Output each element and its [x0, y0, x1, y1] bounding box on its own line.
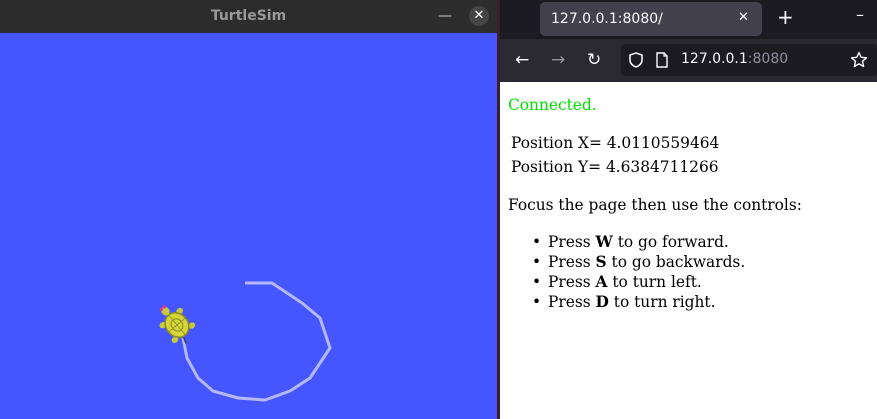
list-item: Press D to turn right. [532, 292, 745, 312]
new-tab-icon[interactable]: + [777, 5, 794, 29]
url-port: :8080 [747, 51, 789, 67]
page-icon [656, 52, 668, 68]
shield-icon[interactable] [628, 52, 644, 68]
control-prefix: Press [548, 233, 596, 251]
tab-active[interactable]: 127.0.0.1:8080/ ✕ [540, 2, 762, 36]
close-icon[interactable]: ✕ [469, 6, 489, 26]
control-prefix: Press [548, 273, 596, 291]
position-x-readout: Position X= 4.0110559464 [511, 134, 720, 152]
url-text[interactable]: 127.0.0.1:8080 [681, 51, 788, 67]
control-key: A [595, 273, 608, 291]
control-description: to turn left. [607, 273, 702, 291]
controls-list: Press W to go forward. Press S to go bac… [532, 232, 746, 312]
connection-status: Connected. [508, 96, 597, 114]
page-content: Connected. Position X= 4.0110559464 Posi… [500, 82, 877, 419]
url-bar[interactable]: 127.0.0.1:8080 [621, 44, 877, 76]
turtlesim-window: TurtleSim — ✕ [0, 0, 497, 419]
control-description: to go forward. [612, 233, 729, 251]
control-key: D [595, 293, 609, 311]
instructions-text: Focus the page then use the controls: [508, 196, 802, 214]
reload-icon[interactable]: ↻ [587, 51, 601, 69]
tab-strip: 127.0.0.1:8080/ ✕ + – [500, 0, 877, 39]
tab-close-icon[interactable]: ✕ [738, 10, 749, 25]
control-description: to go backwards. [606, 253, 746, 271]
list-item: Press S to go backwards. [532, 252, 746, 272]
forward-arrow-icon[interactable]: → [551, 51, 565, 69]
control-key: S [595, 253, 607, 271]
url-host: 127.0.0.1 [681, 51, 748, 67]
control-prefix: Press [548, 293, 596, 311]
list-item: Press A to turn left. [532, 272, 745, 292]
turtlesim-canvas [0, 33, 497, 419]
back-arrow-icon[interactable]: ← [515, 51, 529, 69]
canvas-background [0, 33, 497, 419]
turtlesim-titlebar[interactable]: TurtleSim — ✕ [0, 0, 497, 33]
window-minimize-icon[interactable]: – [856, 5, 864, 24]
tab-title: 127.0.0.1:8080/ [551, 11, 663, 27]
navigation-toolbar: ← → ↻ 127.0.0.1:8080 [500, 39, 877, 83]
turtlesim-title: TurtleSim [210, 8, 287, 24]
list-item: Press W to go forward. [532, 232, 745, 252]
browser-window: 127.0.0.1:8080/ ✕ + – ← → ↻ 127.0.0.1:80… [500, 0, 877, 419]
position-y-readout: Position Y= 4.6384711266 [511, 158, 719, 176]
control-key: W [595, 233, 613, 251]
bookmark-star-icon[interactable] [850, 51, 868, 69]
control-description: to turn right. [608, 293, 716, 311]
minimize-icon[interactable]: — [436, 6, 454, 26]
control-prefix: Press [548, 253, 596, 271]
